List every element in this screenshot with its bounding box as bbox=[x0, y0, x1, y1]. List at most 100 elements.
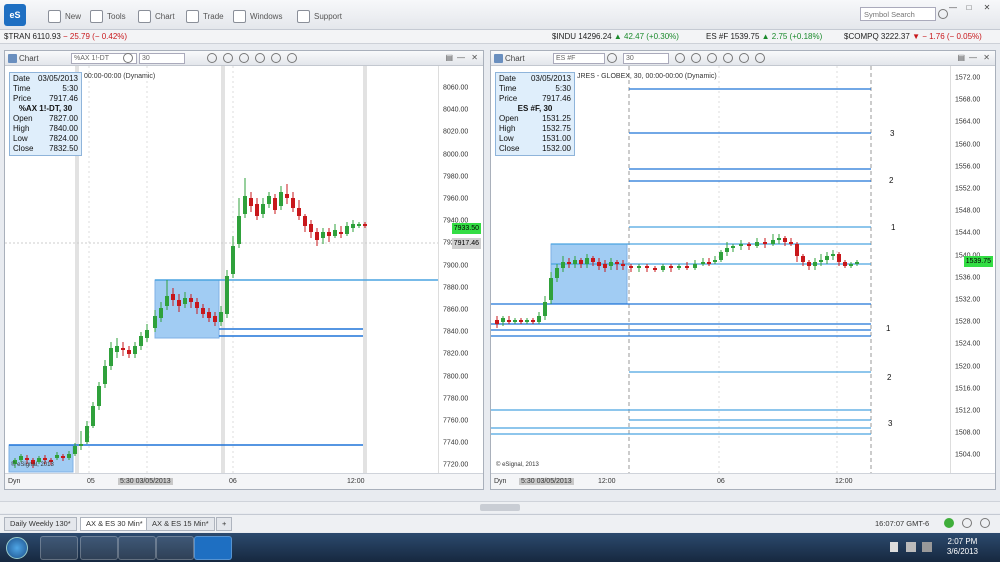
taskbar-clock[interactable]: 2:07 PM 3/6/2013 bbox=[947, 537, 978, 557]
y-tick-label: 7720.00 bbox=[443, 461, 469, 469]
dyn-label[interactable]: Dyn bbox=[494, 478, 506, 485]
candle-body bbox=[153, 316, 157, 328]
symbol-field[interactable]: ES #F bbox=[553, 53, 605, 64]
interval-field[interactable]: 30 bbox=[623, 53, 669, 64]
link-chain-icon[interactable] bbox=[755, 53, 765, 63]
clock-icon[interactable] bbox=[723, 53, 733, 63]
tray-network-icon[interactable] bbox=[906, 542, 916, 552]
candle-body bbox=[309, 224, 313, 232]
taskbar-network-icon[interactable] bbox=[156, 536, 194, 560]
candle-body bbox=[507, 320, 511, 322]
minimize-window-icon[interactable]: — bbox=[946, 3, 960, 14]
link-chain-icon[interactable] bbox=[287, 53, 297, 63]
window-close-icon[interactable]: ✕ bbox=[471, 53, 478, 62]
zoom-in-icon[interactable] bbox=[707, 53, 717, 63]
left-price-axis[interactable]: 8060.00 8040.00 8020.00 8000.00 7980.00 7960.… bbox=[438, 66, 483, 473]
tools-icon bbox=[90, 9, 103, 23]
tray-flag-icon[interactable] bbox=[890, 542, 898, 552]
candle-body bbox=[525, 320, 529, 322]
taskbar-ie-icon[interactable] bbox=[40, 536, 78, 560]
candle-body bbox=[351, 224, 355, 228]
chart-window-icon bbox=[494, 54, 503, 63]
zoom-out-icon[interactable] bbox=[223, 53, 233, 63]
close-window-icon[interactable]: ✕ bbox=[980, 3, 994, 14]
y-tick-label: 1528.00 bbox=[955, 318, 981, 326]
candle-body bbox=[537, 316, 541, 322]
trade-button[interactable]: Trade bbox=[186, 9, 224, 23]
symbol-search-input[interactable] bbox=[860, 7, 936, 21]
window-minimize-icon[interactable]: — bbox=[969, 53, 977, 62]
taskbar-media-player-icon[interactable] bbox=[118, 536, 156, 560]
candle-body bbox=[567, 262, 571, 264]
dyn-label[interactable]: Dyn bbox=[8, 478, 20, 485]
candle-body bbox=[25, 458, 29, 460]
draw-icon[interactable] bbox=[675, 53, 685, 63]
windows-taskbar: 2:07 PM 3/6/2013 bbox=[0, 533, 1000, 562]
new-button[interactable]: New bbox=[48, 9, 81, 23]
tab-daily-weekly[interactable]: Daily Weekly 130* bbox=[4, 517, 77, 531]
candle-body bbox=[807, 262, 811, 266]
start-button-icon[interactable] bbox=[6, 537, 28, 559]
zone-label-lower-3: 3 bbox=[888, 419, 893, 428]
y-tick-label: 1524.00 bbox=[955, 340, 981, 348]
window-menu-icon[interactable]: ▤ bbox=[957, 53, 965, 62]
candle-body bbox=[609, 262, 613, 266]
add-tab-button[interactable]: + bbox=[216, 517, 233, 531]
taskbar-esignal-icon[interactable] bbox=[194, 536, 232, 560]
tab-ax-es-30[interactable]: AX & ES 30 Min* bbox=[80, 517, 149, 531]
interval-field[interactable]: 30 bbox=[139, 53, 185, 64]
clock-icon[interactable] bbox=[255, 53, 265, 63]
y-tick-label: 1536.00 bbox=[955, 274, 981, 282]
right-time-axis[interactable]: Dyn 5:30 03/05/2013 12:00 06 12:00 bbox=[491, 473, 995, 489]
window-menu-icon[interactable]: ▤ bbox=[445, 53, 453, 62]
link-icon[interactable] bbox=[607, 53, 617, 63]
y-tick-label: 1544.00 bbox=[955, 229, 981, 237]
left-time-axis[interactable]: Dyn 05 5:30 03/05/2013 06 12:00 bbox=[5, 473, 483, 489]
ticker-indu[interactable]: $INDU 14296.24 ▲ 42.47 (+0.30%) bbox=[552, 32, 679, 41]
candle-body bbox=[67, 454, 71, 458]
candle-body bbox=[327, 232, 331, 236]
refresh-icon[interactable] bbox=[739, 53, 749, 63]
left-chart-window: Chart %AX 1!-DT 30 ▤ — ✕ 8060.00 8040.00 8… bbox=[4, 50, 484, 490]
help-icon[interactable] bbox=[980, 518, 990, 528]
tab-ax-es-15[interactable]: AX & ES 15 Min* bbox=[146, 517, 215, 531]
link-icon[interactable] bbox=[123, 53, 133, 63]
windows-button[interactable]: Windows bbox=[233, 9, 282, 23]
scroll-thumb[interactable] bbox=[480, 504, 520, 511]
y-tick-label: 7980.00 bbox=[443, 173, 469, 181]
right-price-axis[interactable]: 1572.00 1568.00 1564.00 1560.00 1556.00 1552.… bbox=[950, 66, 995, 473]
support-button[interactable]: Support bbox=[297, 9, 342, 23]
tray-volume-icon[interactable] bbox=[922, 542, 932, 552]
y-tick-label: 1548.00 bbox=[955, 207, 981, 215]
taskbar-explorer-icon[interactable] bbox=[80, 536, 118, 560]
chart-button[interactable]: Chart bbox=[138, 9, 175, 23]
tools-button[interactable]: Tools bbox=[90, 9, 126, 23]
window-minimize-icon[interactable]: — bbox=[457, 53, 465, 62]
refresh-icon[interactable] bbox=[271, 53, 281, 63]
candle-body bbox=[837, 254, 841, 262]
chart-icon bbox=[138, 9, 151, 23]
right-data-window: Date 03/05/2013 Time 5:30 Price 7917.46 ES … bbox=[495, 72, 575, 156]
draw-icon[interactable] bbox=[207, 53, 217, 63]
settings-icon[interactable] bbox=[962, 518, 972, 528]
horizontal-scrollbar[interactable] bbox=[0, 501, 1000, 513]
y-tick-label: 1564.00 bbox=[955, 118, 981, 126]
candle-body bbox=[115, 346, 119, 352]
candle-body bbox=[171, 294, 175, 300]
candle-body bbox=[285, 194, 289, 198]
candle-body bbox=[555, 268, 559, 278]
candle-body bbox=[133, 346, 137, 354]
ticker-compq[interactable]: $COMPQ 3222.37 ▼ − 1.76 (− 0.05%) bbox=[844, 32, 982, 41]
ticker-tran[interactable]: $TRAN 6110.93 − 25.79 (− 0.42%) bbox=[4, 32, 127, 41]
window-close-icon[interactable]: ✕ bbox=[983, 53, 990, 62]
candle-body bbox=[73, 446, 77, 454]
zoom-in-icon[interactable] bbox=[239, 53, 249, 63]
esignal-logo[interactable]: eS bbox=[4, 4, 26, 26]
left-chart-header: Chart %AX 1!-DT 30 ▤ — ✕ bbox=[5, 51, 483, 66]
maximize-window-icon[interactable]: □ bbox=[962, 3, 976, 14]
zoom-out-icon[interactable] bbox=[691, 53, 701, 63]
candle-body bbox=[739, 244, 743, 246]
x-label-1200: 12:00 bbox=[347, 478, 365, 485]
ticker-es[interactable]: ES #F 1539.75 ▲ 2.75 (+0.18%) bbox=[706, 32, 822, 41]
candle-body bbox=[579, 260, 583, 264]
